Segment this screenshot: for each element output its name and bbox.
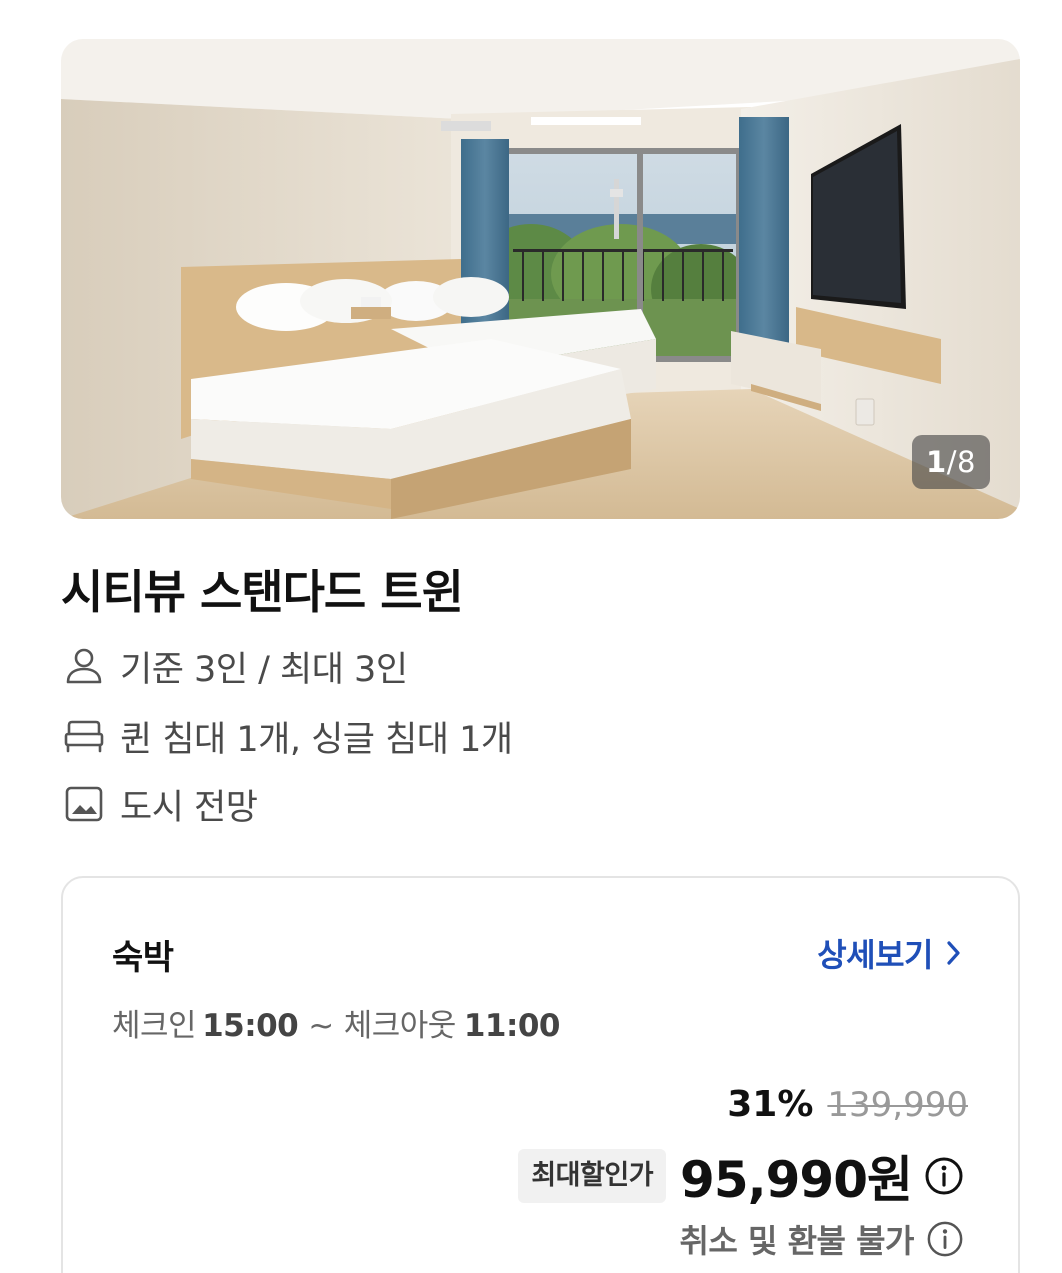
stay-type-label: 숙박 [112, 938, 174, 978]
person-icon [66, 648, 102, 684]
view-text: 도시 전망 [120, 787, 258, 828]
photo-counter: 1/8 [912, 435, 990, 489]
photo-counter-separator: / [946, 445, 957, 479]
stay-option-card: 숙박 상세보기 체크인 15:00 ~ 체크아웃 11:00 31% 139,990 최… [61, 876, 1020, 1273]
view-details-label: 상세보기 [817, 936, 933, 974]
checkout-label: 체크아웃 [343, 1008, 457, 1044]
view-details-link[interactable]: 상세보기 [817, 930, 965, 976]
max-discount-badge: 최대할인가 [518, 1149, 667, 1203]
bed-text: 퀸 침대 1개, 싱글 침대 1개 [120, 719, 513, 760]
room-detail-page: 1/8 시티뷰 스탠다드 트윈 기준 3인 / 최대 3인 퀸 침대 1개, 싱… [0, 0, 1062, 1273]
refund-policy-line: 취소 및 환불 불가 [679, 1216, 964, 1262]
discount-line: 31% 139,990 [727, 1084, 968, 1125]
original-price: 139,990 [827, 1085, 968, 1125]
bed-row: 퀸 침대 1개, 싱글 침대 1개 [63, 714, 513, 760]
hotel-room-photo [61, 39, 1020, 519]
occupancy-text: 기준 3인 / 최대 3인 [120, 649, 408, 690]
room-title: 시티뷰 스탠다드 트윈 [61, 565, 464, 619]
checkin-checkout-times: 체크인 15:00 ~ 체크아웃 11:00 [112, 1000, 561, 1045]
image-icon [65, 786, 103, 822]
chevron-right-icon [947, 941, 960, 965]
occupancy-row: 기준 3인 / 최대 3인 [63, 644, 408, 690]
room-photo-carousel[interactable]: 1/8 [61, 39, 1020, 519]
photo-counter-total: 8 [957, 445, 976, 479]
final-price: 95,990원 [680, 1151, 913, 1209]
price-line: 최대할인가 95,990원 [518, 1140, 964, 1212]
price-info-icon[interactable] [924, 1156, 964, 1196]
checkin-label: 체크인 [112, 1008, 197, 1044]
refund-info-icon[interactable] [926, 1220, 964, 1258]
checkin-time: 15:00 [202, 1008, 299, 1044]
checkout-time: 11:00 [463, 1008, 561, 1044]
time-range-separator: ~ [308, 1008, 334, 1044]
bed-icon [64, 720, 104, 753]
refund-policy-text: 취소 및 환불 불가 [679, 1222, 914, 1260]
photo-counter-current: 1 [926, 445, 947, 479]
discount-percent: 31% [727, 1084, 814, 1125]
view-row: 도시 전망 [63, 782, 258, 828]
